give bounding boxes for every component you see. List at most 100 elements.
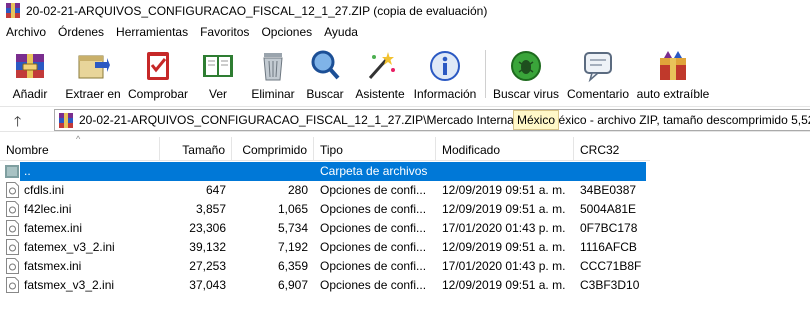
file-type: Opciones de confi... (320, 202, 427, 216)
column-size[interactable]: Tamaño (160, 137, 232, 161)
file-modified: 12/09/2019 09:51 a. m. (442, 202, 566, 216)
file-type: Opciones de confi... (320, 221, 427, 235)
winrar-icon (6, 3, 20, 18)
address-bar: 🡑 20-02-21-ARQUIVOS_CONFIGURACAO_FISCAL_… (0, 106, 810, 132)
file-packed: 7,192 (277, 240, 308, 254)
comment-label: Comentario (566, 87, 630, 101)
file-crc: 0F7BC178 (580, 221, 638, 235)
window-title: 20-02-21-ARQUIVOS_CONFIGURACAO_FISCAL_12… (26, 4, 488, 18)
file-size: 27,253 (189, 259, 226, 273)
view-label: Ver (208, 87, 227, 101)
list-header: ^ Nombre Tamaño Comprimido Tipo Modifica… (0, 134, 650, 161)
menu-bar: Archivo Órdenes Herramientas Favoritos O… (0, 22, 810, 42)
file-packed: 6,907 (277, 278, 308, 292)
file-name: fatsmex.ini (24, 259, 82, 273)
wizard-icon (368, 52, 395, 79)
column-packed[interactable]: Comprimido (232, 137, 314, 161)
table-row[interactable]: fatsmex.ini 27,253 6,359 Opciones de con… (0, 257, 810, 276)
ini-file-icon (6, 220, 19, 236)
title-bar: 20-02-21-ARQUIVOS_CONFIGURACAO_FISCAL_12… (0, 0, 810, 22)
info-label: Información (413, 87, 477, 101)
file-crc: 1116AFCB (580, 240, 637, 254)
file-packed: 5,734 (277, 221, 308, 235)
file-modified: 12/09/2019 09:51 a. m. (442, 240, 566, 254)
table-row[interactable]: fatemex_v3_2.ini 39,132 7,192 Opciones d… (0, 238, 810, 257)
ini-file-icon (6, 277, 19, 293)
file-size: 39,132 (189, 240, 226, 254)
virus-scan-label: Buscar virus (492, 87, 560, 101)
menu-herramientas[interactable]: Herramientas (110, 22, 194, 42)
menu-ordenes[interactable]: Órdenes (52, 22, 110, 42)
column-name[interactable]: Nombre (0, 137, 160, 161)
file-crc: 5004A81E (580, 202, 637, 216)
sfx-label: auto extraíble (636, 87, 710, 101)
info-button[interactable]: Información (410, 44, 480, 104)
menu-favoritos[interactable]: Favoritos (194, 22, 255, 42)
wizard-label: Asistente (355, 87, 405, 101)
menu-archivo[interactable]: Archivo (0, 22, 52, 42)
file-packed: 280 (287, 183, 308, 197)
parent-folder-type: Carpeta de archivos (320, 164, 428, 178)
add-label: Añadir (12, 87, 48, 101)
file-crc: CCC71B8F (580, 259, 642, 273)
find-icon (311, 50, 340, 80)
file-type: Opciones de confi... (320, 240, 427, 254)
info-icon (430, 51, 460, 81)
table-row[interactable]: fatemex.ini 23,306 5,734 Opciones de con… (0, 219, 810, 238)
table-row[interactable]: fatsmex_v3_2.ini 37,043 6,907 Opciones d… (0, 276, 810, 295)
sfx-icon (660, 51, 686, 80)
virus-scan-button[interactable]: Buscar virus (491, 44, 561, 104)
table-row[interactable]: f42lec.ini 3,857 1,065 Opciones de confi… (0, 200, 810, 219)
add-icon (16, 54, 44, 78)
path-text: 20-02-21-ARQUIVOS_CONFIGURACAO_FISCAL_12… (79, 113, 810, 127)
ini-file-icon (6, 201, 19, 217)
extract-icon (78, 55, 110, 79)
file-modified: 17/01/2020 01:43 p. m. (442, 259, 566, 273)
file-name: f42lec.ini (24, 202, 72, 216)
parent-folder-row[interactable]: .. Carpeta de archivos (0, 162, 810, 181)
column-crc[interactable]: CRC32 (574, 137, 650, 161)
file-size: 3,857 (195, 202, 226, 216)
menu-ayuda[interactable]: Ayuda (318, 22, 364, 42)
find-label: Buscar (306, 87, 344, 101)
file-type: Opciones de confi... (320, 259, 427, 273)
add-button[interactable]: Añadir (0, 44, 60, 104)
extract-label: Extraer en (65, 87, 121, 101)
sfx-button[interactable]: auto extraíble (635, 44, 711, 104)
wizard-button[interactable]: Asistente (350, 44, 410, 104)
file-name: fatemex_v3_2.ini (24, 240, 115, 254)
file-packed: 6,359 (277, 259, 308, 273)
test-button[interactable]: Comprobar (126, 44, 190, 104)
file-list: ^ Nombre Tamaño Comprimido Tipo Modifica… (0, 134, 810, 311)
file-name: cfdls.ini (24, 183, 65, 197)
file-packed: 1,065 (277, 202, 308, 216)
folder-icon (5, 165, 19, 178)
file-name: fatsmex_v3_2.ini (24, 278, 115, 292)
ini-file-icon (6, 182, 19, 198)
toolbar-separator (485, 50, 486, 98)
view-icon (203, 55, 233, 77)
comment-icon (584, 52, 612, 83)
file-type: Opciones de confi... (320, 183, 427, 197)
path-field[interactable]: 20-02-21-ARQUIVOS_CONFIGURACAO_FISCAL_12… (54, 109, 810, 131)
find-button[interactable]: Buscar (300, 44, 350, 104)
ini-file-icon (6, 239, 19, 255)
file-name: fatemex.ini (24, 221, 83, 235)
file-size: 37,043 (189, 278, 226, 292)
delete-button[interactable]: Eliminar (246, 44, 300, 104)
column-type[interactable]: Tipo (314, 137, 436, 161)
file-modified: 12/09/2019 09:51 a. m. (442, 183, 566, 197)
parent-folder-name: .. (24, 164, 31, 178)
extract-button[interactable]: Extraer en (60, 44, 126, 104)
table-row[interactable]: cfdls.ini 647 280 Opciones de confi... 1… (0, 181, 810, 200)
file-size: 23,306 (189, 221, 226, 235)
comment-button[interactable]: Comentario (561, 44, 635, 104)
delete-icon (263, 53, 283, 81)
menu-opciones[interactable]: Opciones (255, 22, 318, 42)
up-arrow-icon[interactable]: 🡑 (14, 111, 21, 135)
virus-scan-icon (511, 51, 541, 81)
view-button[interactable]: Ver (190, 44, 246, 104)
file-size: 647 (205, 183, 226, 197)
winrar-icon (59, 113, 73, 128)
column-modified[interactable]: Modificado (436, 137, 574, 161)
